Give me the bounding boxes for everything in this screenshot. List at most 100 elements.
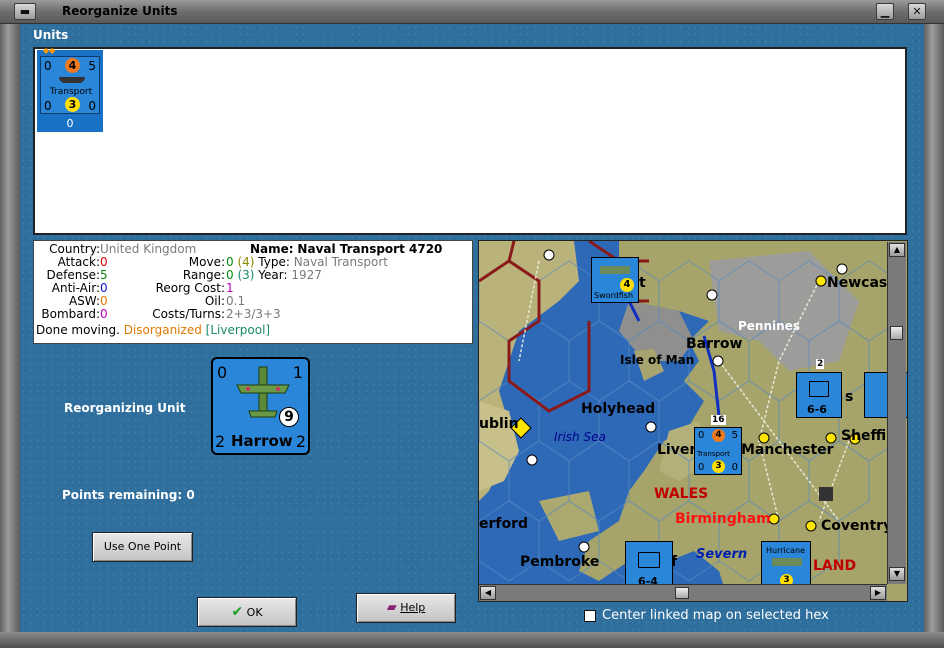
map-unit-name: Swordfish xyxy=(594,291,634,300)
counter-attack: 0 xyxy=(44,59,52,73)
map-label-england: LAND xyxy=(813,558,857,574)
type-label: Type: xyxy=(258,255,290,269)
status-text: Disorganized xyxy=(123,323,202,337)
map-unit-name: Transport xyxy=(697,450,730,458)
move-max-value: (4) xyxy=(237,255,255,269)
bottom-frame xyxy=(0,632,944,648)
unit-info-panel: Country: Attack: Defense: Anti-Air: ASW:… xyxy=(33,240,473,344)
stack-count-badge: 2 xyxy=(816,359,825,369)
map-label-sheffield: Sheffi xyxy=(841,428,887,444)
window-title: Reorganize Units xyxy=(62,4,178,18)
counter-br: 2 xyxy=(295,432,306,451)
left-frame xyxy=(0,24,20,648)
ok-button[interactable]: ✔ OK xyxy=(197,597,297,627)
reorganizing-unit-counter: 0 1 9 2 Harrow 2 xyxy=(211,357,310,455)
units-list[interactable]: ◆◆ 0 4 5 Transport 0 3 0 0 xyxy=(33,46,907,235)
unit-tile[interactable]: ◆◆ 0 4 5 Transport 0 3 0 0 xyxy=(37,46,103,132)
costs-turns-label: Costs/Turns: xyxy=(152,307,225,321)
map-unit-value: 4 xyxy=(620,278,634,292)
map-unit-name: Hurricane xyxy=(766,546,806,555)
map-unit-br: 0 xyxy=(731,462,738,473)
map-label-dublin: ublin xyxy=(479,416,519,432)
center-linked-map-checkbox[interactable] xyxy=(584,610,596,622)
type-value: Naval Transport xyxy=(293,255,388,269)
vertical-scroll-thumb[interactable] xyxy=(890,326,903,340)
map-unit-move: 4 xyxy=(712,429,725,442)
plane-icon xyxy=(772,558,802,566)
points-remaining-label: Points remaining: xyxy=(62,488,183,502)
scroll-down-icon[interactable]: ▼ xyxy=(889,567,905,581)
help-button[interactable]: ▰ Help xyxy=(356,593,456,623)
name-label: Name: xyxy=(250,242,294,256)
map-label-hereford: erford xyxy=(479,516,529,532)
map-label-barrow: Barrow xyxy=(686,336,743,352)
counter-bottom-left: 0 xyxy=(44,99,52,113)
help-button-label: Help xyxy=(400,601,426,614)
map-label-isle-of-man: Isle of Man xyxy=(620,353,695,367)
scroll-up-icon[interactable]: ▲ xyxy=(889,243,905,257)
infantry-icon xyxy=(809,381,829,397)
map-label-pennines: Pennines xyxy=(738,319,800,333)
plane-icon xyxy=(600,266,630,274)
points-remaining-value: 0 xyxy=(186,488,195,502)
counter-tr: 1 xyxy=(292,363,303,382)
checkmark-icon: ✔ xyxy=(231,604,244,620)
linked-map[interactable]: Newcast Pennines Barrow Isle of Man Holy… xyxy=(478,240,908,602)
country-value: United Kingdom xyxy=(100,242,197,256)
year-label: Year: xyxy=(258,268,288,282)
scroll-left-icon[interactable]: ◀ xyxy=(480,586,496,600)
range-value: 0 xyxy=(226,268,234,282)
stack-count-badge: 16 xyxy=(711,415,726,425)
costs-turns-value: 2+3/3+3 xyxy=(226,307,281,321)
map-label-irish-sea: Irish Sea xyxy=(554,430,606,444)
map-unit-transport-selected[interactable]: 0 4 5 Transport 0 3 0 xyxy=(694,427,742,475)
map-unit-infantry[interactable]: 6-6 xyxy=(796,372,842,418)
range-max-value: (3) xyxy=(237,268,255,282)
map-unit-value: 6-6 xyxy=(807,403,827,416)
counter-defense: 5 xyxy=(88,59,96,73)
unit-name-value: Naval Transport 4720 xyxy=(297,242,443,256)
book-icon: ▰ xyxy=(386,600,397,615)
counter-name: Harrow xyxy=(231,432,293,450)
counter-circle: 9 xyxy=(279,407,299,427)
counter-tl: 0 xyxy=(217,363,228,382)
done-moving-text: Done moving. xyxy=(36,323,120,337)
map-label-coventry: Coventry xyxy=(821,518,893,534)
reorg-cost-value: 1 xyxy=(226,281,234,295)
unit-status-flags-icon: ◆◆ xyxy=(43,46,56,55)
map-label-fragment-s: s xyxy=(845,389,854,405)
infantry-icon xyxy=(638,552,660,568)
map-label-pembroke: Pembroke xyxy=(520,554,600,570)
counter-bottom-right: 0 xyxy=(88,99,96,113)
minimize-icon[interactable]: ▁ xyxy=(876,3,894,20)
counter-bottom-mid: 3 xyxy=(65,97,80,112)
map-unit-defense: 5 xyxy=(731,430,738,441)
reorganize-units-window: ▬ Reorganize Units ▁ ✕ Units ◆◆ 0 4 5 Tr… xyxy=(0,0,944,648)
counter-name: Transport xyxy=(49,87,93,97)
unit-counter: 0 4 5 Transport 0 3 0 xyxy=(40,56,100,114)
scroll-right-icon[interactable]: ▶ xyxy=(870,586,886,600)
reorganizing-unit-label: Reorganizing Unit xyxy=(64,401,186,415)
map-unit-bm: 3 xyxy=(712,460,725,473)
close-icon[interactable]: ✕ xyxy=(908,3,926,20)
map-unit-bl: 0 xyxy=(698,462,705,473)
map-label-holyhead: Holyhead xyxy=(581,401,656,417)
map-horizontal-scrollbar[interactable]: ◀ ▶ xyxy=(479,584,887,601)
ok-button-label: OK xyxy=(246,606,263,619)
use-one-point-button[interactable]: Use One Point xyxy=(92,532,193,562)
center-linked-map-label: Center linked map on selected hex xyxy=(602,608,829,623)
map-label-newcastle: Newcast xyxy=(827,275,894,291)
counter-bl: 2 xyxy=(215,432,226,451)
map-vertical-scrollbar[interactable]: ▲ ▼ xyxy=(887,242,906,584)
map-unit-swordfish[interactable]: 4 Swordfish xyxy=(591,257,639,303)
map-label-liverpool: Liver xyxy=(657,442,697,458)
map-label-manchester: Manchester xyxy=(741,442,834,458)
points-remaining: Points remaining: 0 xyxy=(62,488,195,502)
window-menu-icon[interactable]: ▬ xyxy=(14,3,36,20)
right-frame xyxy=(924,24,944,648)
horizontal-scroll-thumb[interactable] xyxy=(675,587,689,599)
map-terrain xyxy=(479,241,907,601)
map-label-wales: WALES xyxy=(654,486,709,502)
bombard-label: Bombard: xyxy=(41,307,100,321)
counter-move: 4 xyxy=(65,58,80,73)
